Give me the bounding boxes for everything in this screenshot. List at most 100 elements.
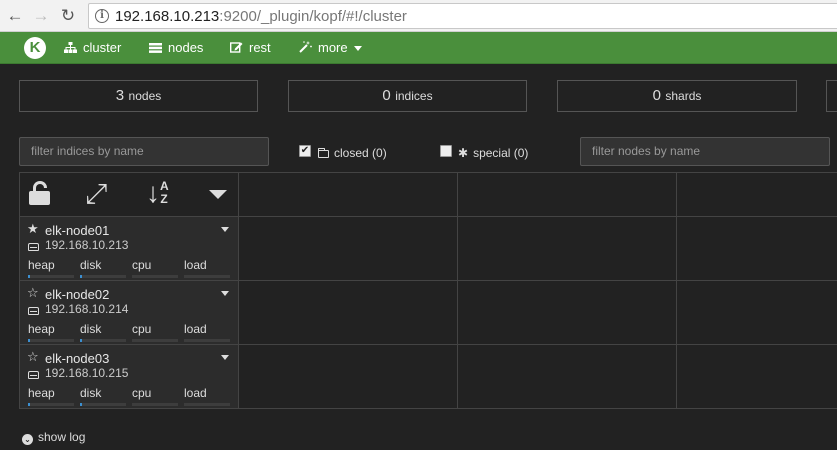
node-ip: 192.168.10.213 <box>45 238 129 252</box>
metric-fill <box>80 275 82 278</box>
stat-indices-value: 0 <box>382 87 391 104</box>
metric-bar <box>184 403 230 406</box>
metric-label: load <box>184 258 207 272</box>
metric-bar <box>80 403 126 406</box>
node-ip: 192.168.10.214 <box>45 302 129 316</box>
sort-az-letters: A Z <box>160 179 169 206</box>
grid-divider <box>238 172 239 409</box>
sort-arrow: ↓ <box>146 177 160 208</box>
node-name[interactable]: elk-node02 <box>45 287 109 302</box>
star-empty-icon: ☆ <box>27 349 39 364</box>
special-checkbox[interactable] <box>440 145 452 157</box>
metric-heap: heap <box>28 322 74 342</box>
metric-label: disk <box>80 258 102 272</box>
metric-disk: disk <box>80 322 126 342</box>
show-log-toggle[interactable]: ⌄ show log <box>22 430 85 445</box>
hdd-icon <box>28 243 39 251</box>
closed-label-text: closed (0) <box>334 146 387 160</box>
metric-load: load <box>184 258 230 278</box>
metric-fill <box>28 339 30 342</box>
metric-label: cpu <box>132 386 152 400</box>
expand-icon[interactable]: ⤢ <box>85 180 107 208</box>
stat-shards-value: 0 <box>652 87 661 104</box>
app-navbar: K cluster nodes rest more <box>0 32 837 64</box>
metric-load: load <box>184 322 230 342</box>
node-row[interactable]: ☆ elk-node02 192.168.10.214 heap disk cp… <box>20 281 238 344</box>
special-filter-label[interactable]: ✱ special (0) <box>458 146 528 160</box>
edit-icon <box>230 42 243 53</box>
nav-more-label: more <box>318 40 348 55</box>
metric-label: heap <box>28 322 55 336</box>
node-name[interactable]: elk-node03 <box>45 351 109 366</box>
closed-checkbox[interactable]: ✔ <box>299 145 311 157</box>
metric-label: heap <box>28 258 55 272</box>
nav-more[interactable]: more <box>299 32 362 64</box>
browser-address-bar: ← → ↻ i 192.168.10.213:9200/_plugin/kopf… <box>0 0 837 32</box>
special-label-text: special (0) <box>473 146 529 160</box>
stat-nodes-label: nodes <box>128 89 162 103</box>
stat-nodes-value: 3 <box>115 87 125 104</box>
nav-nodes-label: nodes <box>168 40 204 55</box>
reload-icon[interactable]: ↻ <box>57 5 79 27</box>
stat-shards: 0 shards <box>557 80 797 112</box>
back-arrow-icon[interactable]: ← <box>4 5 26 27</box>
metric-bar <box>28 275 74 278</box>
metric-heap: heap <box>28 258 74 278</box>
metric-fill <box>28 403 30 406</box>
metric-disk: disk <box>80 258 126 278</box>
star-empty-icon: ☆ <box>27 285 39 300</box>
chevron-down-icon <box>353 46 362 52</box>
metric-fill <box>28 275 30 278</box>
grid-divider <box>457 172 458 409</box>
stat-indices-label: indices <box>395 89 433 103</box>
stat-partial-box <box>826 80 837 112</box>
nav-cluster[interactable]: cluster <box>64 32 121 64</box>
metric-label: disk <box>80 386 102 400</box>
url-text[interactable]: 192.168.10.213:9200/_plugin/kopf/#!/clus… <box>115 8 407 25</box>
list-icon <box>149 43 162 53</box>
metric-bar <box>28 339 74 342</box>
metric-label: load <box>184 322 207 336</box>
node-row[interactable]: ☆ elk-node03 192.168.10.215 heap disk cp… <box>20 345 238 408</box>
node-name[interactable]: elk-node01 <box>45 223 109 238</box>
metric-bar <box>132 339 178 342</box>
metric-cpu: cpu <box>132 322 178 342</box>
metric-label: heap <box>28 386 55 400</box>
metric-bar <box>184 275 230 278</box>
folder-icon <box>318 148 329 158</box>
metric-disk: disk <box>80 386 126 406</box>
info-icon[interactable]: i <box>95 9 109 23</box>
chevron-down-icon[interactable] <box>221 355 229 360</box>
star-filled-icon: ★ <box>27 221 39 236</box>
hdd-icon <box>28 307 39 315</box>
closed-filter-label[interactable]: closed (0) <box>318 146 387 160</box>
metric-load: load <box>184 386 230 406</box>
kopf-logo[interactable]: K <box>24 37 46 59</box>
metric-cpu: cpu <box>132 258 178 278</box>
url-field[interactable]: i 192.168.10.213:9200/_plugin/kopf/#!/cl… <box>88 3 837 29</box>
filter-nodes-input[interactable]: filter nodes by name <box>580 137 830 166</box>
chevron-down-icon[interactable] <box>221 291 229 296</box>
metric-cpu: cpu <box>132 386 178 406</box>
filter-indices-input[interactable]: filter indices by name <box>19 137 269 166</box>
metric-bar <box>132 403 178 406</box>
url-host: 192.168.10.213 <box>115 8 220 25</box>
metric-bar <box>80 339 126 342</box>
lock-body <box>29 191 50 205</box>
nav-cluster-label: cluster <box>83 40 122 55</box>
show-log-label: show log <box>38 430 86 444</box>
url-path: :9200/_plugin/kopf/#!/cluster <box>219 8 407 25</box>
hdd-icon <box>28 371 39 379</box>
stat-nodes: 3 nodes <box>19 80 258 112</box>
forward-arrow-icon[interactable]: → <box>30 5 52 27</box>
nav-nodes[interactable]: nodes <box>149 32 203 64</box>
grid-divider <box>676 172 677 409</box>
node-row[interactable]: ★ elk-node01 192.168.10.213 heap disk cp… <box>20 217 238 280</box>
metric-bar <box>80 275 126 278</box>
nav-rest[interactable]: rest <box>230 32 271 64</box>
caret-down-icon[interactable] <box>209 190 227 199</box>
chevron-down-icon[interactable] <box>221 227 229 232</box>
metric-label: cpu <box>132 322 152 336</box>
stat-indices: 0 indices <box>288 80 527 112</box>
metric-label: cpu <box>132 258 152 272</box>
